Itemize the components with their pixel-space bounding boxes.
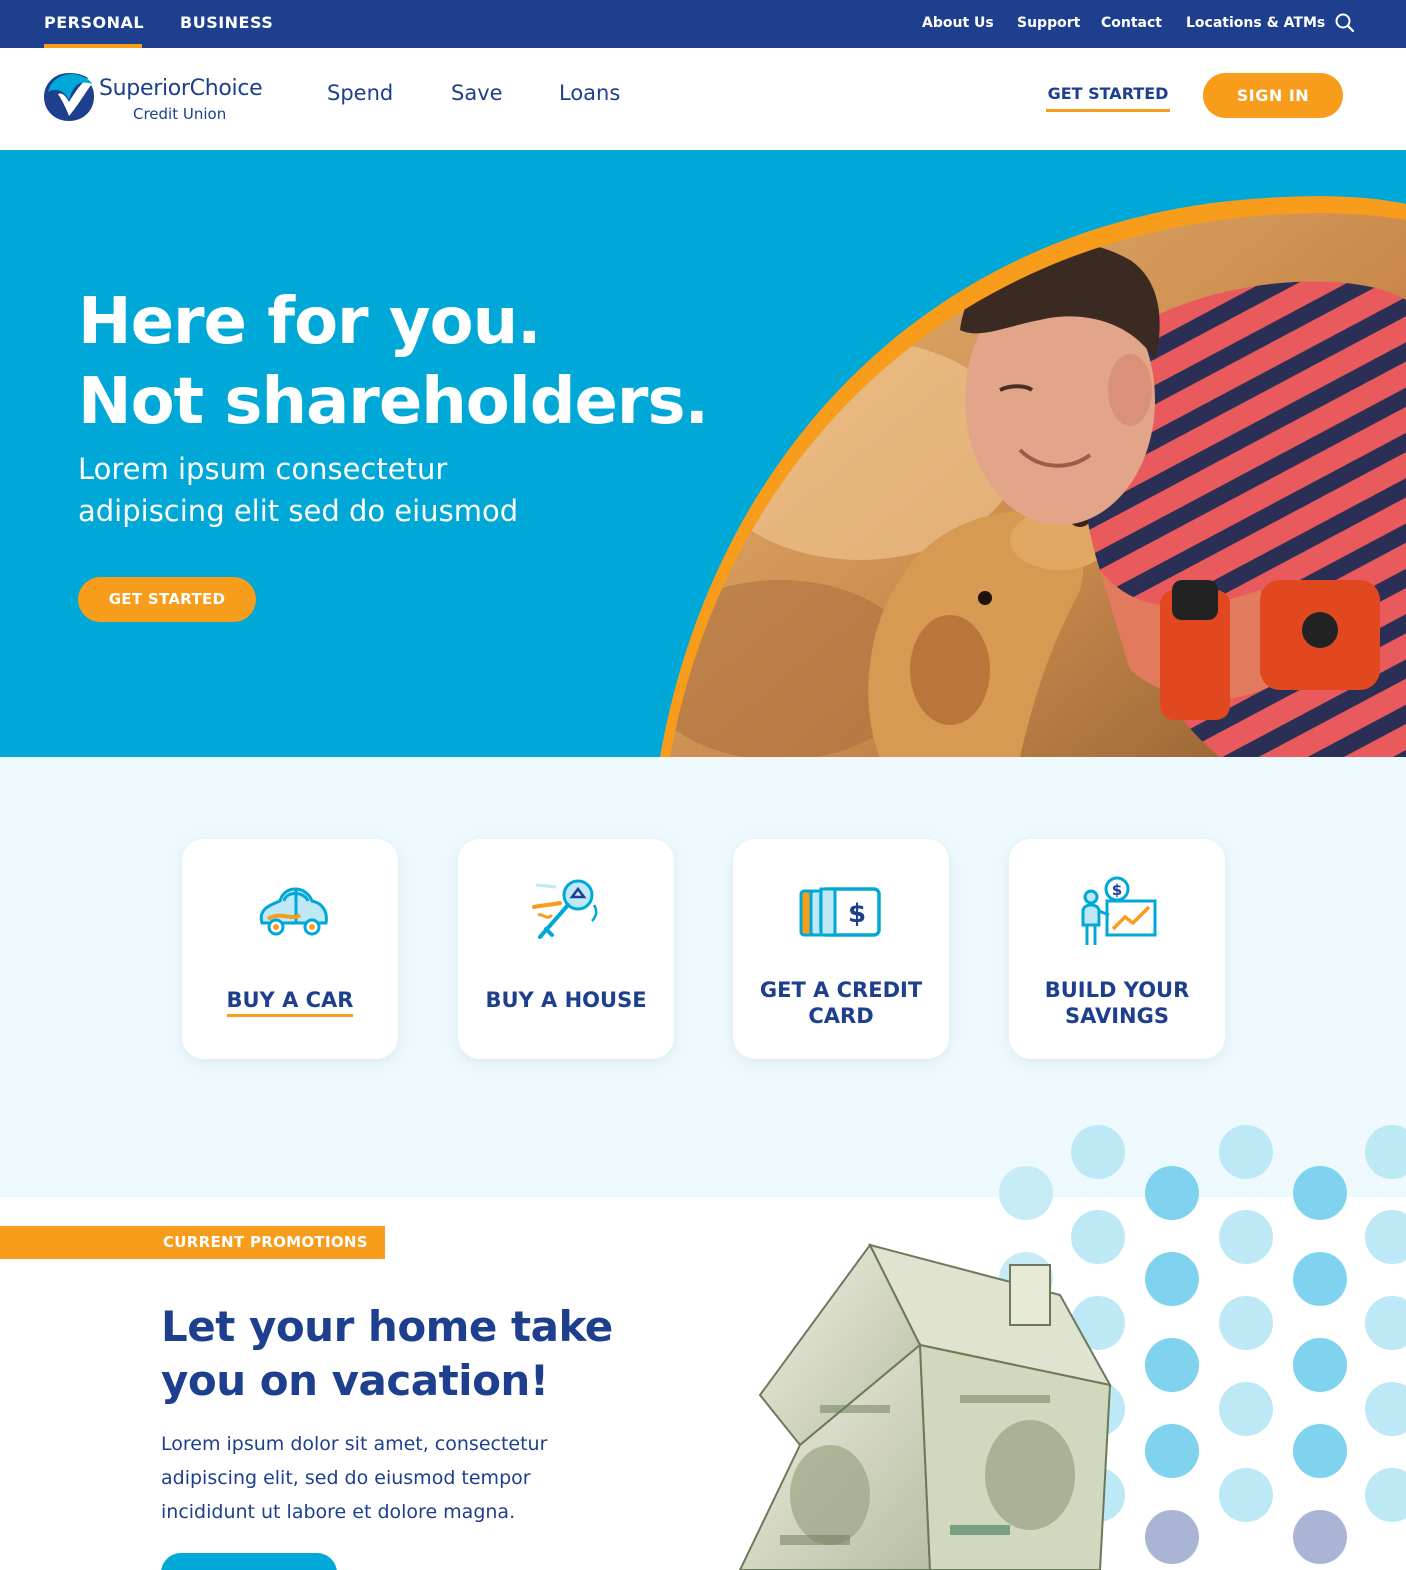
decorative-dot <box>1365 1210 1406 1264</box>
credit-card-icon: $ <box>799 887 881 937</box>
promo-body: Lorem ipsum dolor sit amet, consectetur … <box>161 1433 548 1523</box>
header-get-started-link[interactable]: GET STARTED <box>1046 84 1170 112</box>
savings-growth-icon: $ <box>1081 876 1157 945</box>
decorative-dot <box>1219 1210 1273 1264</box>
decorative-dot <box>1293 1424 1347 1478</box>
utility-bar: PERSONAL BUSINESS About Us Support Conta… <box>0 0 1406 48</box>
hero-title: Here for you. Not shareholders. <box>78 282 709 442</box>
hero-title-line-1: Here for you. <box>78 285 541 359</box>
decorative-dot <box>1293 1252 1347 1306</box>
quick-link-label-line-1: GET A CREDIT <box>759 978 923 1002</box>
logo-subtitle: Credit Union <box>133 105 227 123</box>
promo-title-line-2: you on vacation! <box>161 1356 549 1405</box>
promo-cta-button[interactable] <box>161 1553 337 1570</box>
logo[interactable]: SuperiorChoice Credit Union <box>42 70 272 130</box>
hero-subtitle-line-2: adipiscing elit sed do eiusmod <box>78 494 519 528</box>
tab-personal[interactable]: PERSONAL <box>44 0 144 48</box>
hero-subtitle-line-1: Lorem ipsum consectetur <box>78 452 448 486</box>
quick-link-get-a-credit-card[interactable]: $ GET A CREDIT CARD <box>733 839 949 1059</box>
quick-link-build-your-savings[interactable]: $ BUILD YOUR SAVINGS <box>1009 839 1225 1059</box>
decorative-dot <box>1293 1510 1347 1564</box>
hero-photo <box>660 196 1406 757</box>
contact-link[interactable]: Contact <box>1101 15 1162 31</box>
nav-spend[interactable]: Spend <box>327 81 393 105</box>
promo-title: Let your home take you on vacation! <box>161 1300 613 1408</box>
car-icon <box>259 887 328 936</box>
quick-link-label: BUY A CAR <box>192 987 388 1017</box>
nav-save[interactable]: Save <box>451 81 503 105</box>
svg-text:$: $ <box>1112 881 1122 899</box>
quick-link-label-line-2: SAVINGS <box>1065 1004 1169 1028</box>
promo-tag-label: CURRENT PROMOTIONS <box>163 1233 368 1251</box>
hero-get-started-button[interactable]: GET STARTED <box>78 577 256 622</box>
quick-link-label-line-1: BUY A HOUSE <box>485 988 647 1012</box>
locations-atms-link[interactable]: Locations & ATMs <box>1186 15 1325 31</box>
quick-link-label: BUY A HOUSE <box>468 987 664 1013</box>
about-us-link[interactable]: About Us <box>922 15 994 31</box>
tab-business[interactable]: BUSINESS <box>180 0 273 48</box>
decorative-dot <box>1219 1125 1273 1179</box>
quick-link-label-line-1: BUY A CAR <box>226 988 354 1017</box>
decorative-dot <box>1365 1296 1406 1350</box>
sign-in-button[interactable]: SIGN IN <box>1203 73 1343 118</box>
decorative-dot <box>1365 1382 1406 1436</box>
money-house-image <box>738 1243 1112 1570</box>
decorative-dot <box>1293 1166 1347 1220</box>
support-link[interactable]: Support <box>1017 15 1080 31</box>
decorative-dot <box>1145 1166 1199 1220</box>
main-header: SuperiorChoice Credit Union Spend Save L… <box>0 48 1406 150</box>
logo-name: SuperiorChoice <box>99 76 263 101</box>
house-key-icon <box>532 879 598 939</box>
decorative-dot <box>1219 1382 1273 1436</box>
decorative-dot <box>1071 1125 1125 1179</box>
decorative-dot <box>1219 1296 1273 1350</box>
quick-link-label-line-1: BUILD YOUR <box>1044 978 1190 1002</box>
promo-tag: CURRENT PROMOTIONS <box>0 1226 385 1259</box>
promo-title-line-1: Let your home take <box>161 1302 613 1351</box>
quick-link-label: GET A CREDIT CARD <box>743 977 939 1029</box>
nav-loans[interactable]: Loans <box>559 81 620 105</box>
decorative-dot <box>1365 1468 1406 1522</box>
quick-link-buy-a-house[interactable]: BUY A HOUSE <box>458 839 674 1059</box>
quick-link-label-line-2: CARD <box>808 1004 874 1028</box>
quick-link-buy-a-car[interactable]: BUY A CAR <box>182 839 398 1059</box>
search-icon[interactable] <box>1334 12 1356 34</box>
svg-text:$: $ <box>848 899 866 929</box>
decorative-dot <box>999 1166 1053 1220</box>
logo-mark-icon <box>42 70 96 124</box>
hero-banner: Here for you. Not shareholders. Lorem ip… <box>0 150 1406 757</box>
decorative-dot <box>1365 1125 1406 1179</box>
decorative-dot <box>1293 1338 1347 1392</box>
quick-link-label: BUILD YOUR SAVINGS <box>1019 977 1215 1029</box>
hero-title-line-2: Not shareholders. <box>78 365 709 439</box>
decorative-dot <box>1219 1468 1273 1522</box>
hero-subtitle: Lorem ipsum consectetur adipiscing elit … <box>78 448 518 532</box>
